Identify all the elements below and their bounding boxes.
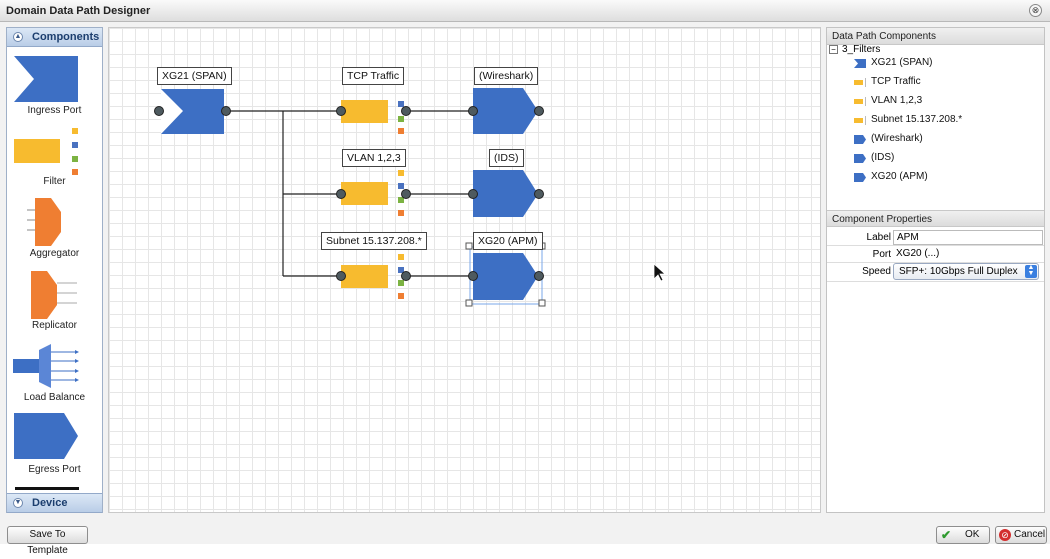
property-label-row: Label APM [827, 229, 1044, 246]
egress-icon [854, 173, 866, 182]
components-accordion-header[interactable]: ▲ Components [7, 28, 102, 47]
load-balance-icon [13, 344, 79, 388]
palette-divider [15, 487, 79, 490]
ingress-icon [854, 59, 866, 68]
tree-item-label: (IDS) [871, 152, 895, 163]
palette-label-filter: Filter [43, 176, 66, 187]
resize-handle-bl[interactable] [465, 299, 473, 307]
speed-select-value: SFP+: 10Gbps Full Duplex [899, 266, 1018, 277]
device-header-label: Device [32, 497, 68, 509]
mouse-cursor-icon [653, 263, 667, 282]
filter-icon [854, 116, 866, 125]
tree-item-label: (Wireshark) [871, 133, 923, 144]
node-egress-apm[interactable] [465, 242, 546, 307]
resize-handle-br[interactable] [538, 299, 546, 307]
palette-label-load-balance: Load Balance [23, 392, 86, 403]
design-canvas[interactable]: XG21 (SPAN) TCP Traffic VLAN 1,2,3 Subne… [108, 27, 821, 513]
replicator-icon [31, 271, 77, 319]
egress-icon [854, 135, 866, 144]
close-icon[interactable]: ⊗ [1029, 4, 1042, 17]
ok-label: OK [965, 529, 980, 540]
properties-panel-title: Component Properties [827, 210, 1044, 227]
node-label-ids[interactable]: (IDS) [489, 149, 524, 167]
node-ingress-xg21[interactable] [154, 89, 231, 134]
checkmark-icon: ✔ [941, 528, 952, 542]
property-label-input[interactable]: APM [893, 230, 1043, 245]
property-port-key: Port [872, 249, 891, 260]
right-panel: Data Path Components − 3_Filters XG21 (S… [826, 27, 1045, 513]
property-label-key: Label [866, 232, 891, 243]
resize-handle-tl[interactable] [465, 242, 473, 250]
chevron-up-icon[interactable]: ▲ [13, 32, 23, 42]
components-header-label: Components [32, 31, 100, 43]
ingress-port-icon [14, 56, 78, 102]
window-title: Domain Data Path Designer [6, 5, 151, 17]
palette-label-egress-port: Egress Port [28, 464, 81, 475]
tree-item-label: TCP Traffic [871, 76, 921, 87]
node-label-subnet[interactable]: Subnet 15.137.208.* [321, 232, 427, 250]
designer-window: Domain Data Path Designer ⊗ ▲ Components… [0, 0, 1050, 556]
property-port-row: Port XG20 (...) [827, 246, 1044, 263]
palette-label-ingress-port: Ingress Port [27, 105, 82, 116]
node-label-xg21[interactable]: XG21 (SPAN) [157, 67, 232, 85]
palette-label-replicator: Replicator [31, 320, 78, 331]
node-egress-ids[interactable] [468, 170, 544, 217]
select-arrows-icon: ▲ ▼ [1025, 264, 1037, 278]
speed-select[interactable]: SFP+: 10Gbps Full Duplex ▲ ▼ [893, 263, 1039, 280]
title-bar: Domain Data Path Designer ⊗ [0, 0, 1050, 22]
tree-item-label: XG20 (APM) [871, 171, 928, 182]
filter-icon [854, 97, 866, 106]
ok-button[interactable]: ✔ OK [936, 526, 990, 544]
property-speed-row: Speed SFP+: 10Gbps Full Duplex ▲ ▼ [827, 263, 1044, 282]
device-accordion-header[interactable]: ▼ Device [7, 493, 102, 513]
collapse-icon[interactable]: − [829, 45, 838, 54]
canvas-diagram [154, 74, 667, 307]
node-egress-wireshark[interactable] [468, 88, 544, 134]
save-to-template-button[interactable]: Save To Template [7, 526, 88, 556]
tree-root-label: 3_Filters [842, 44, 881, 55]
property-speed-key: Speed [862, 266, 891, 277]
node-label-apm[interactable]: XG20 (APM) [473, 232, 543, 250]
components-palette: ▲ Components Ingress Port Filter Aggrega… [6, 27, 103, 513]
tree-item-label: Subnet 15.137.208.* [871, 114, 963, 125]
egress-port-icon [14, 413, 78, 459]
components-panel-title: Data Path Components [827, 28, 1044, 45]
property-port-value[interactable]: XG20 (...) [893, 247, 1033, 262]
cancel-icon: ⊘ [999, 529, 1011, 541]
egress-icon [854, 154, 866, 163]
node-filter-vlan[interactable] [336, 170, 411, 216]
node-label-vlan[interactable]: VLAN 1,2,3 [342, 149, 406, 167]
chevron-down-icon[interactable]: ▼ [13, 498, 23, 508]
tree-item-label: VLAN 1,2,3 [871, 95, 923, 106]
aggregator-icon [27, 198, 61, 246]
node-label-tcp[interactable]: TCP Traffic [342, 67, 405, 85]
cancel-button[interactable]: ⊘ Cancel [995, 526, 1047, 544]
node-filter-subnet[interactable] [336, 254, 411, 299]
cancel-label: Cancel [1014, 529, 1046, 540]
palette-label-aggregator: Aggregator [29, 248, 80, 259]
filter-icon [854, 78, 866, 87]
filter-icon [14, 128, 78, 175]
tree-item-label: XG21 (SPAN) [871, 57, 933, 68]
node-label-wireshark[interactable]: (Wireshark) [474, 67, 539, 85]
